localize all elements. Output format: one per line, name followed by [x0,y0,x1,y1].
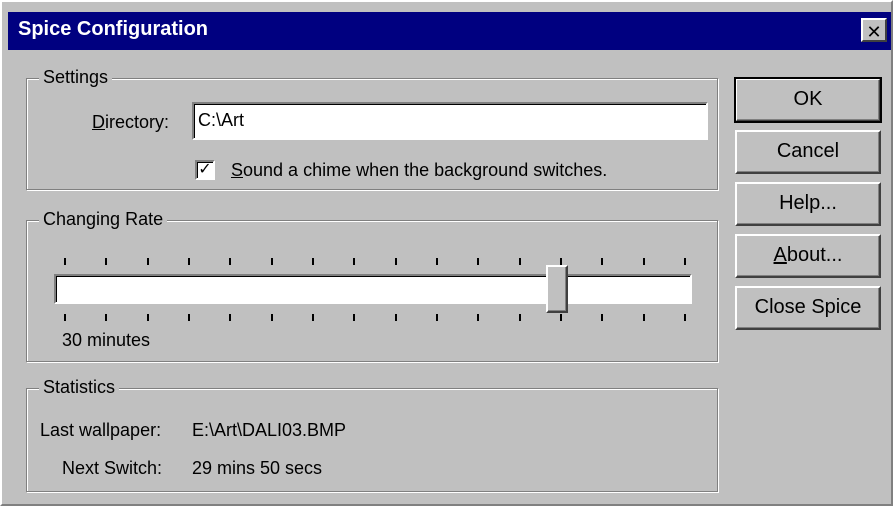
slider-tick [188,258,190,265]
ok-button[interactable]: OK [734,77,882,123]
slider-tick [601,258,603,265]
slider-tick [188,314,190,321]
slider-tick [519,314,521,321]
slider-tick [519,258,521,265]
slider-tick [601,314,603,321]
about-button[interactable]: About... [735,234,881,278]
slider-tick [353,314,355,321]
slider-tick [64,258,66,265]
slider-tick [643,314,645,321]
slider-tick [105,314,107,321]
next-switch-value: 29 mins 50 secs [192,458,323,478]
slider-tick [271,314,273,321]
directory-label: Directory: [92,112,170,132]
slider-tick [105,258,107,265]
slider-tick [312,314,314,321]
slider-thumb[interactable] [546,265,568,313]
close-icon[interactable]: ✕ [861,18,887,42]
window-title: Spice Configuration [18,18,208,40]
slider-tick [684,314,686,321]
slider-tick [395,314,397,321]
chime-checkbox[interactable]: ✓ [195,160,215,180]
last-wallpaper-label: Last wallpaper: [40,420,162,440]
statistics-group-label: Statistics [39,377,120,398]
chime-checkbox-label[interactable]: Sound a chime when the background switch… [231,160,607,181]
slider-tick [64,314,66,321]
title-bar[interactable]: Spice Configuration ✕ [8,12,891,50]
close-spice-button[interactable]: Close Spice [735,286,881,330]
slider-tick [229,314,231,321]
next-switch-label: Next Switch: [62,458,163,478]
settings-group-label: Settings [39,67,113,88]
slider-tick [147,258,149,265]
slider-tick [560,258,562,265]
spice-config-window: Spice Configuration ✕ Settings Directory… [0,0,893,506]
slider-tick [684,258,686,265]
slider-tick [395,258,397,265]
slider-tick [271,258,273,265]
changing-rate-slider[interactable] [54,274,692,304]
slider-tick [229,258,231,265]
slider-tick [477,314,479,321]
slider-ticks-top [64,258,686,266]
directory-input[interactable]: C:\Art [192,102,708,140]
slider-tick [643,258,645,265]
slider-tick [436,314,438,321]
slider-ticks-bottom [64,314,686,322]
slider-tick [312,258,314,265]
last-wallpaper-value: E:\Art\DALI03.BMP [192,420,347,440]
slider-tick [477,258,479,265]
changing-rate-group-label: Changing Rate [39,209,168,230]
changing-rate-value: 30 minutes [62,330,151,350]
slider-tick [436,258,438,265]
slider-tick [353,258,355,265]
slider-tick [560,314,562,321]
help-button[interactable]: Help... [735,182,881,226]
slider-tick [147,314,149,321]
cancel-button[interactable]: Cancel [735,130,881,174]
